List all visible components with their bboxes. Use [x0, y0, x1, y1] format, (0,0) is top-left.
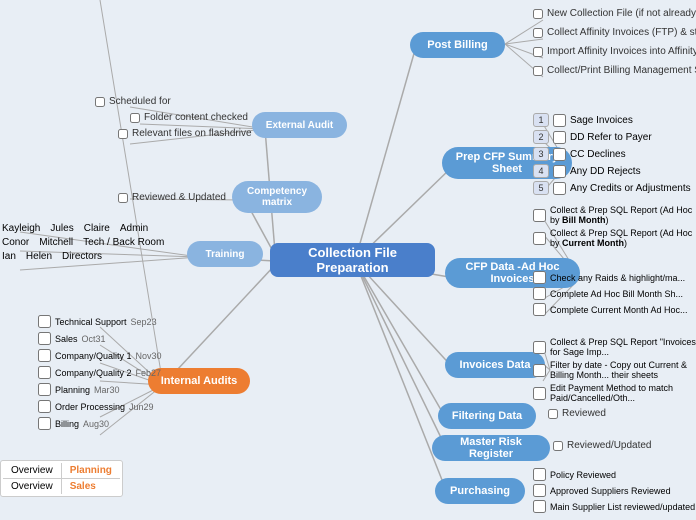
training-grid: Kayleigh Jules Claire Admin Conor Mitche…	[2, 223, 164, 262]
cfp-item-3[interactable]: 3 CC Declines	[533, 147, 691, 161]
audit-item-sales[interactable]: Sales Oct31	[38, 332, 162, 345]
filtering-item[interactable]: Reviewed	[548, 408, 606, 419]
trainer-tech: Tech / Back Room	[83, 237, 164, 248]
external-audit-node[interactable]: External Audit	[252, 112, 347, 138]
folder-checked-item[interactable]: Folder content checked	[130, 112, 248, 123]
scheduled-item[interactable]: Scheduled for	[95, 96, 171, 107]
tab-overview-1[interactable]: Overview	[3, 463, 62, 478]
master-risk-node[interactable]: Master Risk Register	[432, 435, 550, 461]
cfp-item-1[interactable]: 1 Sage Invoices	[533, 113, 691, 127]
cfp-adhoc-item-4[interactable]: Check any Raids & highlight/ma...	[533, 271, 696, 284]
competency-label: Competencymatrix	[247, 186, 307, 208]
inv-item-1[interactable]: Collect & Prep SQL Report "Invoices for …	[533, 337, 696, 357]
internal-audits-label: Internal Audits	[161, 375, 238, 387]
filtering-data-label: Filtering Data	[452, 410, 522, 422]
inv-item-2[interactable]: Filter by date - Copy out Current & Bill…	[533, 360, 696, 380]
bottom-tabs-area: Overview Planning Overview Sales	[0, 460, 123, 497]
post-billing-item-1[interactable]: New Collection File (if not already done…	[533, 8, 696, 19]
audit-item-tech[interactable]: Technical Support Sep23	[38, 315, 162, 328]
post-billing-item-3[interactable]: Import Affinity Invoices into Affinity S…	[533, 46, 696, 57]
main-node[interactable]: Collection File Preparation	[270, 243, 435, 277]
external-audit-label: External Audit	[266, 120, 333, 131]
post-billing-item-2[interactable]: Collect Affinity Invoices (FTP) & store …	[533, 27, 696, 38]
master-risk-label: Master Risk Register	[444, 436, 538, 460]
purch-item-2[interactable]: Approved Suppliers Reviewed	[533, 484, 695, 497]
audit-item-order[interactable]: Order Processing Jun29	[38, 400, 162, 413]
competency-node[interactable]: Competencymatrix	[232, 181, 322, 213]
tab-planning[interactable]: Planning	[62, 463, 120, 478]
trainer-conor: Conor	[2, 237, 29, 248]
master-risk-item[interactable]: Reviewed/Updated	[553, 440, 652, 451]
tab-sales[interactable]: Sales	[62, 479, 104, 494]
invoices-data-label: Invoices Data	[460, 359, 531, 371]
prep-cfp-items: 1 Sage Invoices 2 DD Refer to Payer 3 CC…	[533, 113, 691, 195]
flashdrive-item[interactable]: Relevant files on flashdrive	[118, 128, 252, 139]
post-billing-label: Post Billing	[427, 39, 488, 51]
trainer-jules: Jules	[50, 223, 73, 234]
trainer-claire: Claire	[84, 223, 110, 234]
cfp-adhoc-items: Collect & Prep SQL Report (Ad Hoc by Bil…	[533, 205, 696, 316]
purchasing-items: Policy Reviewed Approved Suppliers Revie…	[533, 468, 695, 513]
cfp-item-4[interactable]: 4 Any DD Rejects	[533, 164, 691, 178]
cfp-adhoc-item-2[interactable]: Collect & Prep SQL Report (Ad Hoc by Cur…	[533, 228, 696, 248]
training-label: Training	[206, 249, 245, 260]
purch-item-3[interactable]: Main Supplier List reviewed/updated	[533, 500, 695, 513]
cfp-item-2[interactable]: 2 DD Refer to Payer	[533, 130, 691, 144]
trainer-admin: Admin	[120, 223, 148, 234]
inv-item-3[interactable]: Edit Payment Method to match Paid/Cancel…	[533, 383, 696, 403]
trainer-helen: Helen	[26, 251, 52, 262]
reviewed-updated-item[interactable]: Reviewed & Updated	[118, 192, 226, 203]
training-node[interactable]: Training	[187, 241, 263, 267]
mindmap-canvas: Collection File Preparation Post Billing…	[0, 0, 696, 520]
tab-overview-2[interactable]: Overview	[3, 479, 62, 494]
invoices-data-node[interactable]: Invoices Data	[445, 352, 545, 378]
internal-audit-list: Technical Support Sep23 Sales Oct31 Comp…	[38, 315, 162, 430]
post-billing-node[interactable]: Post Billing	[410, 32, 505, 58]
cfp-item-5[interactable]: 5 Any Credits or Adjustments	[533, 181, 691, 195]
internal-audits-node[interactable]: Internal Audits	[148, 368, 250, 394]
trainer-kayleigh: Kayleigh	[2, 223, 40, 234]
audit-item-cq2[interactable]: Company/Quality 2 Feb27	[38, 366, 162, 379]
audit-item-cq1[interactable]: Company/Quality 1 Nov30	[38, 349, 162, 362]
purchasing-node[interactable]: Purchasing	[435, 478, 525, 504]
cfp-adhoc-item-6[interactable]: Complete Current Month Ad Hoc...	[533, 303, 696, 316]
trainer-mitchell: Mitchell	[39, 237, 73, 248]
trainer-directors: Directors	[62, 251, 102, 262]
purchasing-label: Purchasing	[450, 485, 510, 497]
trainer-ian: Ian	[2, 251, 16, 262]
main-node-label: Collection File Preparation	[284, 245, 421, 275]
audit-item-planning[interactable]: Planning Mar30	[38, 383, 162, 396]
audit-item-billing[interactable]: Billing Aug30	[38, 417, 162, 430]
post-billing-item-4[interactable]: Collect/Print Billing Management Summary…	[533, 65, 696, 76]
purch-item-1[interactable]: Policy Reviewed	[533, 468, 695, 481]
cfp-adhoc-item-1[interactable]: Collect & Prep SQL Report (Ad Hoc by Bil…	[533, 205, 696, 225]
invoices-items: Collect & Prep SQL Report "Invoices for …	[533, 337, 696, 403]
cfp-adhoc-item-5[interactable]: Complete Ad Hoc Bill Month Sh...	[533, 287, 696, 300]
filtering-data-node[interactable]: Filtering Data	[438, 403, 536, 429]
